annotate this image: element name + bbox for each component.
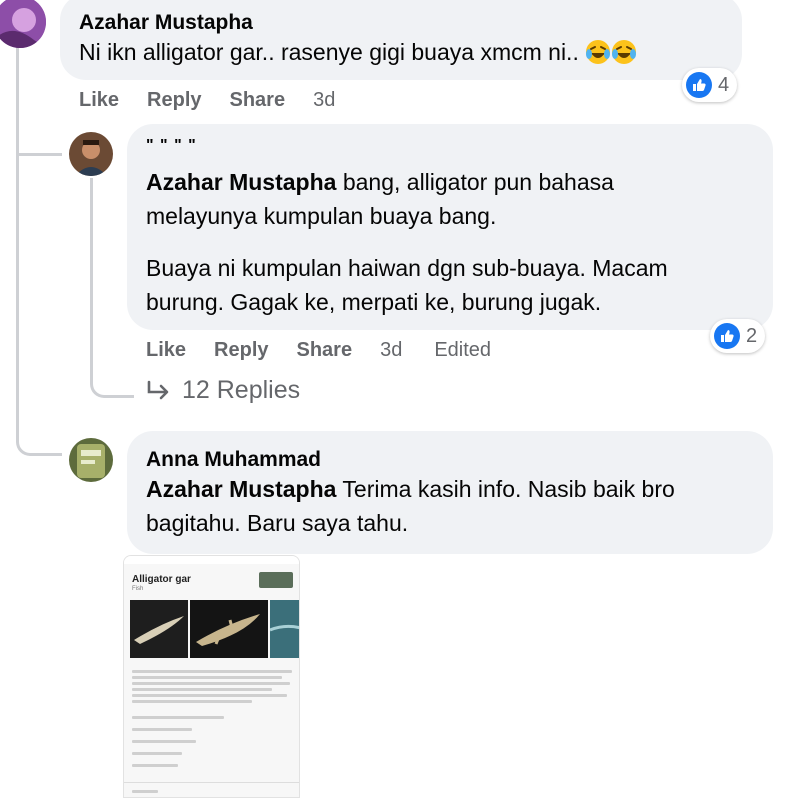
text-line-placeholder — [132, 716, 224, 719]
comment-bubble: Anna Muhammad Azahar Mustapha Terima kas… — [127, 431, 773, 554]
thread-line-branch — [16, 120, 62, 156]
edited-label: Edited — [434, 339, 492, 361]
reaction-summary[interactable]: 2 — [710, 319, 766, 353]
like-reaction-icon — [686, 72, 712, 98]
reaction-count: 2 — [746, 324, 758, 347]
share-button[interactable]: Share — [297, 339, 353, 362]
timestamp[interactable]: 3d — [313, 89, 335, 112]
comment-text: Ni ikn alligator gar.. rasenye gigi buay… — [79, 35, 637, 69]
attachment-thumb-icon — [259, 572, 293, 588]
comment-actions: Like Reply Share 3d — [79, 89, 367, 112]
text-line-placeholder — [132, 694, 287, 697]
like-button[interactable]: Like — [79, 89, 119, 112]
text-line-placeholder — [132, 670, 292, 673]
comment-text-content: burung. Gagak ke, merpati ke, burung jug… — [146, 289, 602, 315]
text-line-placeholder — [132, 688, 272, 691]
text-line-placeholder — [132, 764, 178, 767]
avatar[interactable] — [0, 0, 46, 48]
text-line-placeholder — [132, 700, 252, 703]
text-line-placeholder — [132, 728, 192, 731]
comment-actions: Like Reply Share 3d Edited — [146, 339, 523, 362]
text-line-placeholder — [132, 682, 290, 685]
view-replies-link[interactable]: 12 Replies — [146, 376, 300, 405]
thread-line-main — [16, 44, 62, 456]
reaction-summary[interactable]: 4 — [682, 68, 738, 102]
fish-photo — [190, 600, 268, 658]
comment-text: Azahar Mustapha Terima kasih info. Nasib… — [146, 472, 766, 540]
avatar[interactable] — [69, 438, 113, 482]
comment-text-content: bang, alligator pun bahasa — [336, 169, 614, 195]
like-button[interactable]: Like — [146, 339, 186, 362]
attachment-subtitle: Fish — [132, 586, 144, 592]
comment-bubble: Azahar Mustapha Ni ikn alligator gar.. r… — [60, 0, 742, 80]
like-reaction-icon — [714, 323, 740, 349]
reaction-count: 4 — [718, 73, 730, 96]
text-line-placeholder — [132, 676, 282, 679]
fish-photo — [130, 600, 188, 658]
mention-link[interactable]: Azahar Mustapha — [146, 476, 336, 502]
reply-button[interactable]: Reply — [214, 339, 268, 362]
share-button[interactable]: Share — [230, 89, 286, 112]
timestamp[interactable]: 3d — [380, 339, 402, 362]
comment-author[interactable]: Azahar Mustapha — [79, 11, 253, 35]
comment-bubble: " " " " Azahar Mustapha bang, alligator … — [127, 124, 773, 330]
avatar[interactable] — [69, 132, 113, 176]
laughing-emoji-icon — [586, 40, 611, 64]
reply-button[interactable]: Reply — [147, 89, 201, 112]
comment-text-content: bagitahu. Baru saya tahu. — [146, 510, 409, 536]
comment-text: Azahar Mustapha bang, alligator pun baha… — [146, 165, 766, 319]
mention-link[interactable]: Azahar Mustapha — [146, 169, 336, 195]
text-line-placeholder — [132, 752, 182, 755]
comment-text-content: Terima kasih info. Nasib baik bro — [336, 476, 675, 502]
phone-status-bar — [124, 556, 299, 564]
text-line-placeholder — [132, 790, 158, 793]
comment-author[interactable]: " " " " — [146, 137, 197, 155]
fish-photo — [269, 600, 299, 658]
text-line-placeholder — [132, 740, 196, 743]
attachment-title: Alligator gar — [132, 574, 191, 585]
comment-text-content: Buaya ni kumpulan haiwan dgn sub-buaya. … — [146, 255, 668, 281]
laughing-emoji-icon — [612, 40, 637, 64]
comment-text-content: Ni ikn alligator gar.. rasenye gigi buay… — [79, 39, 579, 65]
comment-text-content: melayunya kumpulan buaya bang. — [146, 203, 497, 229]
attached-image[interactable]: Alligator gar Fish — [123, 555, 300, 798]
comment-author[interactable]: Anna Muhammad — [146, 448, 321, 472]
reply-arrow-icon — [147, 380, 169, 399]
replies-count[interactable]: 12 Replies — [182, 376, 300, 405]
